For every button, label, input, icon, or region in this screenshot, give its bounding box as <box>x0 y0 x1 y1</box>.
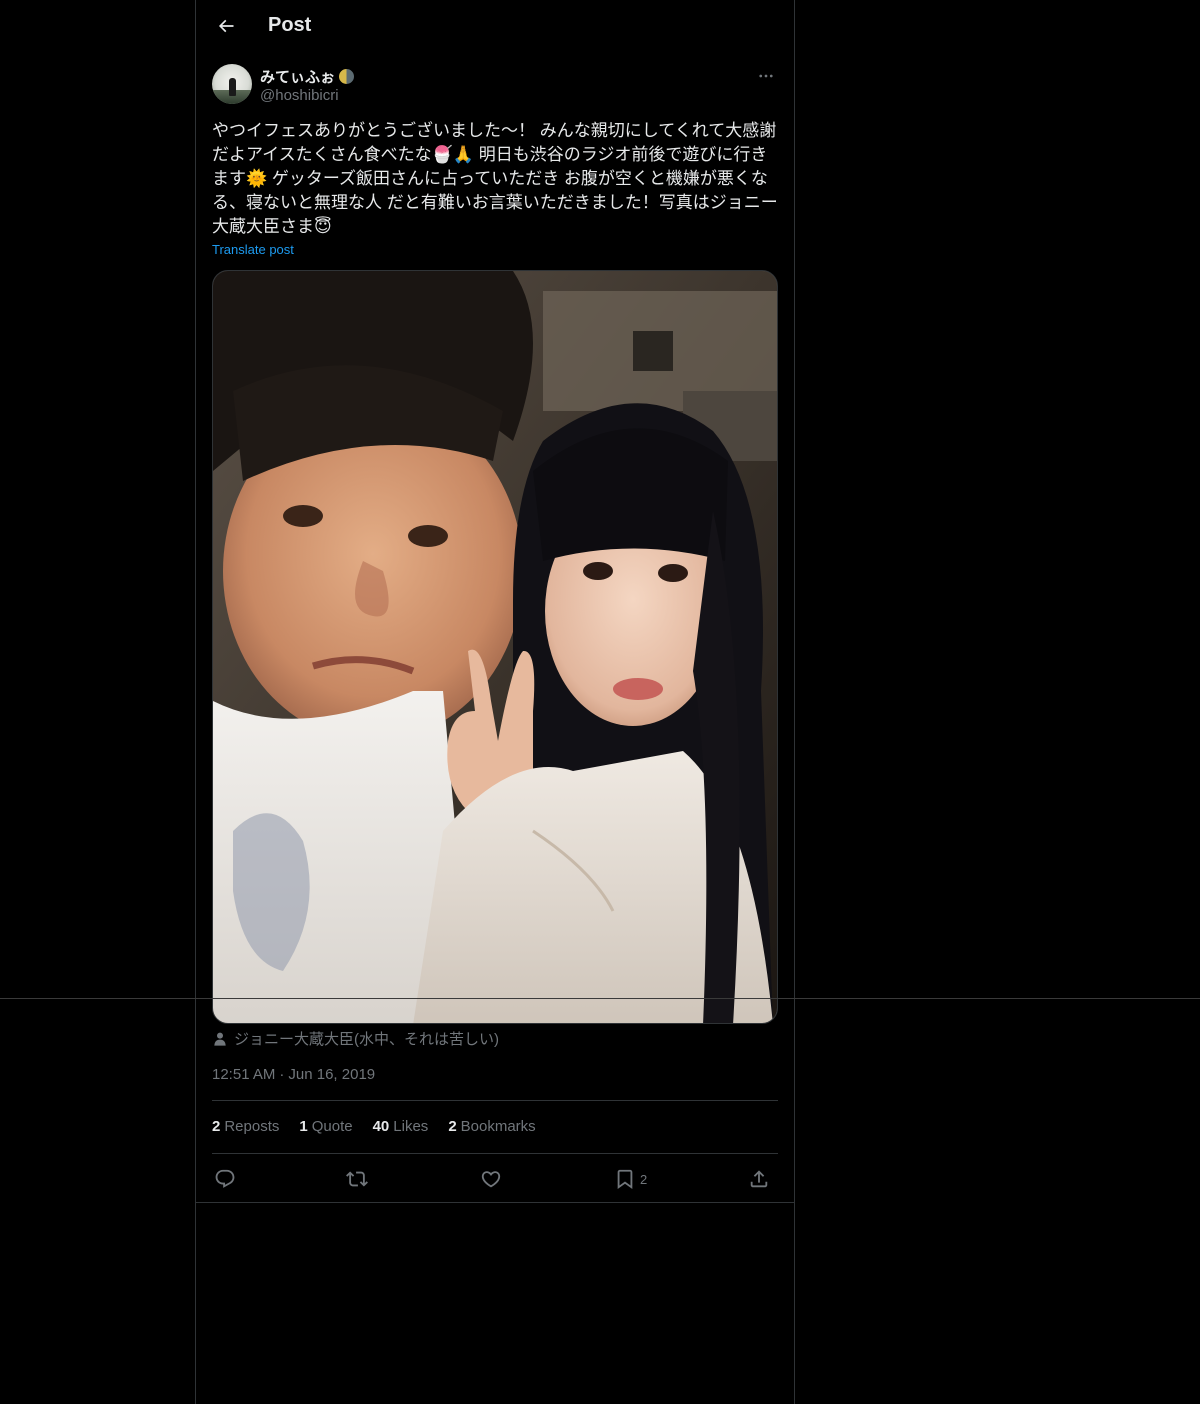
divider-bottom <box>212 1153 778 1154</box>
quotes-count: 1 <box>299 1118 308 1135</box>
bookmark-count-label: 2 <box>640 1171 648 1187</box>
back-button[interactable] <box>208 8 244 44</box>
display-name-text: みてぃふぉ <box>260 69 336 86</box>
heart-icon <box>481 1171 501 1188</box>
more-options-button[interactable] <box>754 64 778 88</box>
reply-button[interactable] <box>214 1166 236 1192</box>
share-icon <box>750 1170 768 1188</box>
share-button[interactable] <box>748 1166 770 1192</box>
tagged-user-name: ジョニー大蔵大臣(水中、それは苦しい) <box>234 1031 499 1048</box>
person-icon <box>214 1032 226 1046</box>
repost-button[interactable] <box>346 1166 368 1192</box>
likes-count: 40 <box>372 1118 390 1135</box>
bookmarks-label: Bookmarks <box>460 1118 536 1135</box>
avatar[interactable] <box>212 64 252 104</box>
post-column: Post みてぃふぉ @hoshibicri やつイフェスありがとうございました… <box>195 0 795 1404</box>
translate-post-link[interactable]: Translate post <box>212 242 294 257</box>
page-header: Post <box>196 0 794 54</box>
quotes-label: Quote <box>311 1118 353 1135</box>
bookmarks-count: 2 <box>448 1118 457 1135</box>
bookmark-icon <box>617 1169 633 1190</box>
author-handle[interactable]: @hoshibicri <box>260 87 339 104</box>
selfie-photo-image <box>213 271 777 1023</box>
page-title: Post <box>268 14 312 36</box>
reposts-count: 2 <box>212 1118 221 1135</box>
bookmarks-stat[interactable]: 2 Bookmarks <box>448 1118 535 1135</box>
timestamp[interactable]: 12:51 AM · Jun 16, 2019 <box>212 1066 375 1083</box>
post-bottom-border <box>196 1202 794 1203</box>
author-row: みてぃふぉ @hoshibicri <box>212 64 778 108</box>
like-button[interactable] <box>480 1166 502 1192</box>
likes-label: Likes <box>393 1118 429 1135</box>
arrow-left-icon <box>218 19 234 33</box>
timestamp-separator: · <box>279 1066 285 1083</box>
divider-top <box>212 1100 778 1101</box>
tweet-text: やつイフェスありがとうございました〜！ みんな親切にしてくれて大感謝だよアイスた… <box>212 121 778 236</box>
tweet-photo[interactable] <box>212 270 778 1024</box>
reposts-stat[interactable]: 2 Reposts <box>212 1118 279 1135</box>
repost-icon <box>346 1171 368 1187</box>
action-bar: 2 <box>212 1162 778 1196</box>
bookmark-button[interactable]: 2 <box>614 1166 647 1192</box>
post-date: Jun 16, 2019 <box>288 1066 376 1083</box>
author-display-name[interactable]: みてぃふぉ <box>260 66 355 87</box>
tagged-user-row[interactable]: ジョニー大蔵大臣(水中、それは苦しい) <box>212 1028 499 1049</box>
quotes-stat[interactable]: 1 Quote <box>299 1118 352 1135</box>
more-horizontal-icon <box>759 74 773 78</box>
post-time: 12:51 AM <box>212 1066 276 1083</box>
engagement-stats: 2 Reposts 1 Quote 40 Likes 2 Bookmarks <box>212 1118 536 1135</box>
reply-icon <box>215 1169 235 1188</box>
moon-icon <box>339 69 355 84</box>
reposts-label: Reposts <box>224 1118 280 1135</box>
likes-stat[interactable]: 40 Likes <box>373 1118 429 1135</box>
